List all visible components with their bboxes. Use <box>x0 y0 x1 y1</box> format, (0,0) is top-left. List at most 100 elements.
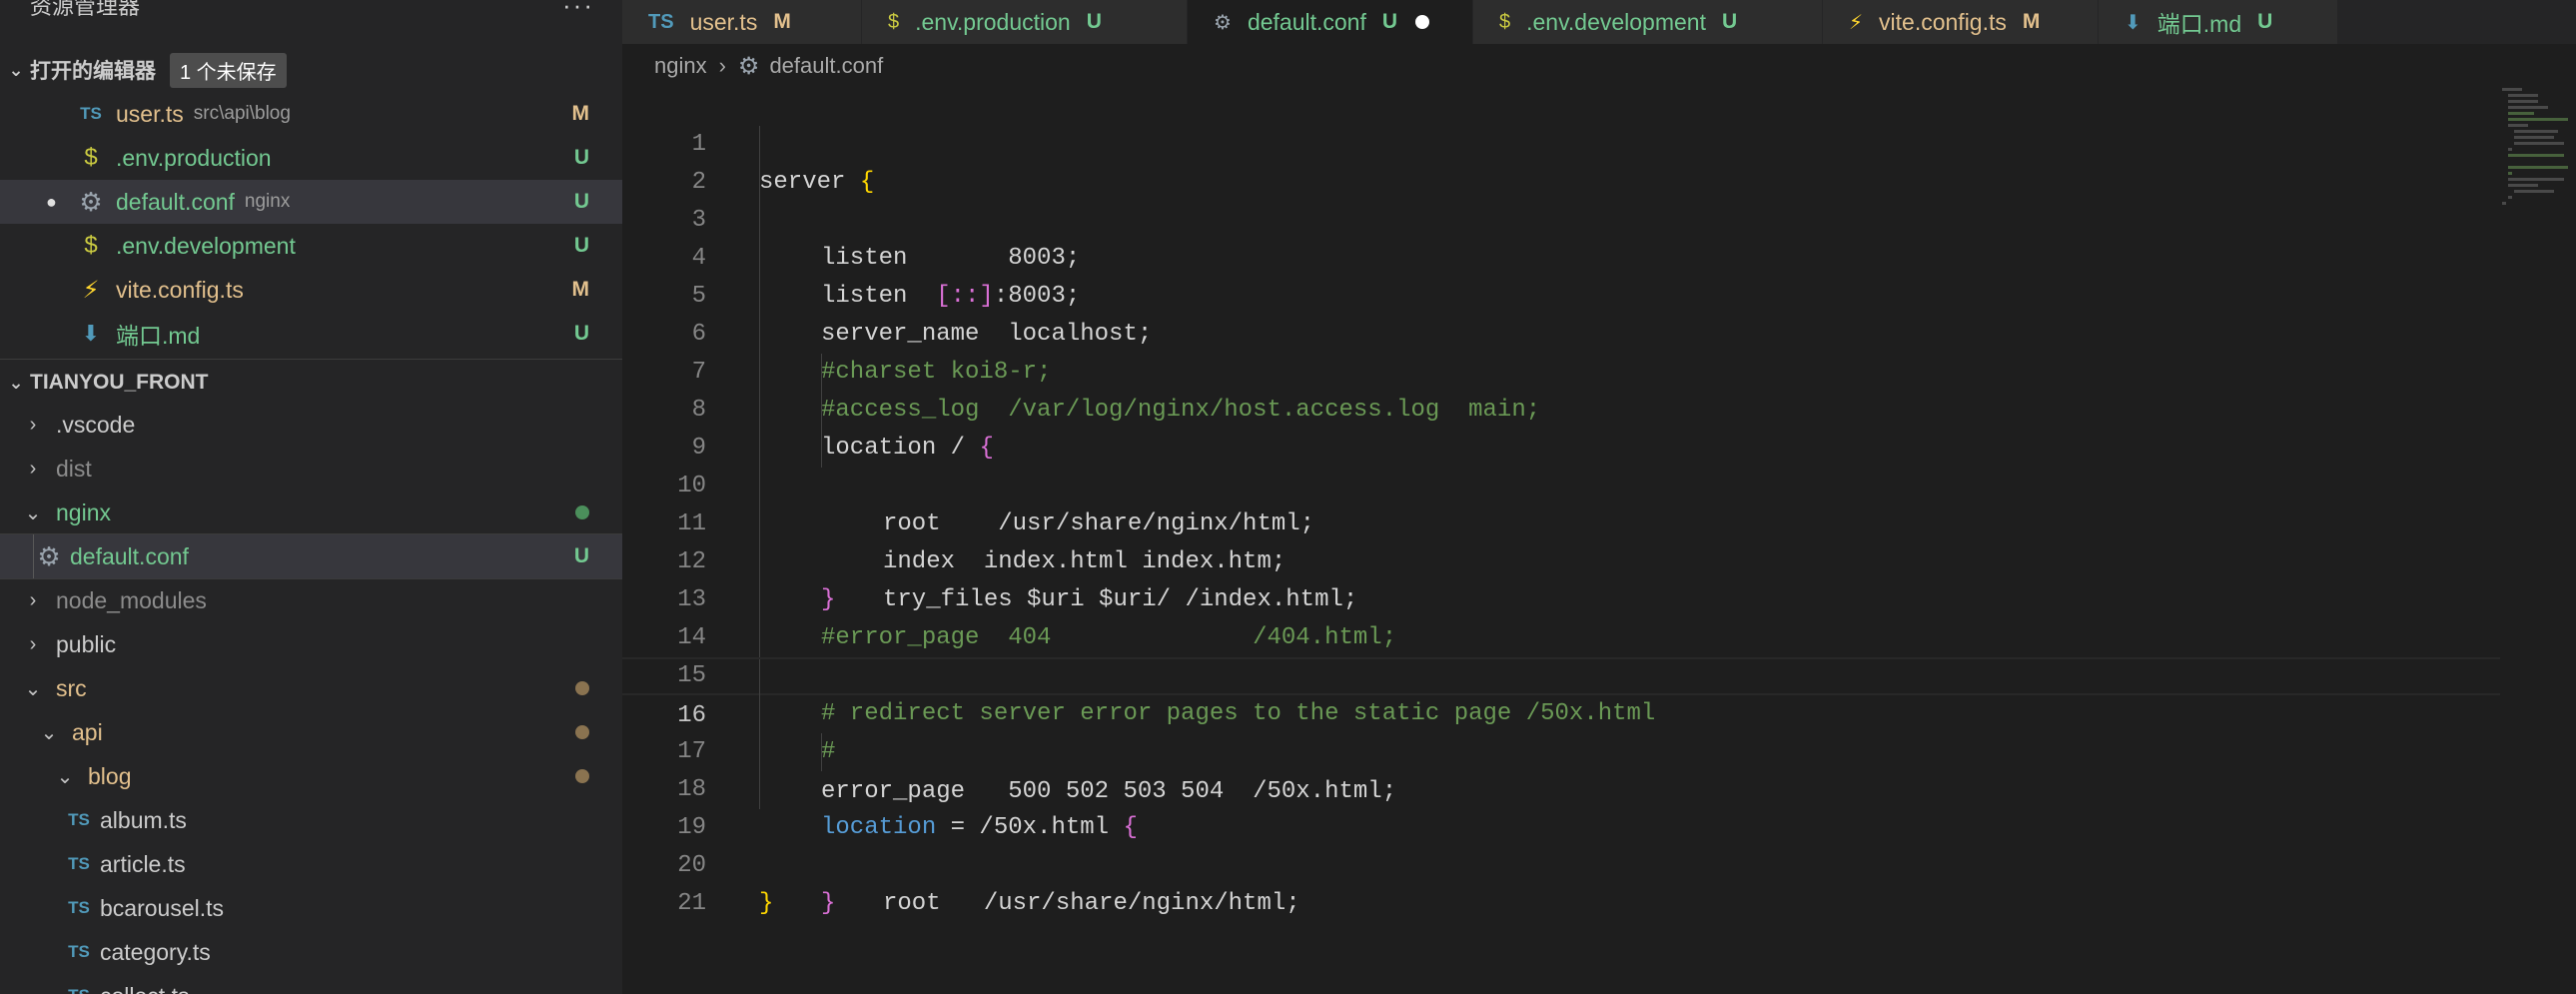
tab-label: .env.production <box>915 8 1071 35</box>
folder-changes-dot <box>575 681 589 695</box>
section-divider <box>0 359 622 360</box>
folder-name: public <box>56 630 117 657</box>
code-line: 17 location = /50x.html { <box>622 695 2500 841</box>
tree-folder-vscode[interactable]: › .vscode <box>0 403 622 447</box>
tab-vite-config[interactable]: ⚡ vite.config.ts M <box>1823 0 2099 44</box>
folder-changes-dot <box>575 505 589 519</box>
gear-icon: ⚙ <box>37 540 61 571</box>
workspace-section-header[interactable]: ⌄ TIANYOU_FRONT <box>0 363 622 403</box>
tab-env-development[interactable]: $ .env.development U <box>1473 0 1823 44</box>
markdown-download-icon: ⬇ <box>81 321 101 346</box>
folder-name: node_modules <box>56 586 207 613</box>
code-text: root /usr/share/nginx/html; <box>883 890 1300 917</box>
git-status-badge: M <box>571 102 590 125</box>
indent-guide <box>759 733 760 771</box>
indent-guide <box>821 430 822 468</box>
tree-file-article-ts[interactable]: TS article.ts <box>0 842 622 886</box>
chevron-right-icon: › <box>29 413 37 436</box>
typescript-file-icon: TS <box>66 986 92 994</box>
tab-user-ts[interactable]: TS user.ts M <box>622 0 862 44</box>
indent-guide <box>759 126 760 164</box>
markdown-download-icon: ⬇ <box>2125 11 2142 34</box>
open-editor-item-user-ts[interactable]: TS user.ts src\api\blog M <box>0 92 622 136</box>
indent-guide <box>759 202 760 240</box>
tree-folder-src[interactable]: ⌄ src <box>0 666 622 710</box>
indent-guide <box>759 695 760 733</box>
tree-folder-blog[interactable]: ⌄ blog <box>0 754 622 798</box>
tree-folder-api[interactable]: ⌄ api <box>0 710 622 754</box>
code-line-current: 16 error_page 500 502 503 504 /50x.html; <box>622 657 2500 805</box>
more-actions-icon[interactable]: ··· <box>562 0 594 21</box>
explorer-header: 资源管理器 ··· <box>0 0 622 20</box>
git-status-badge: M <box>571 278 590 301</box>
open-editor-item-default-conf[interactable]: ● ⚙ default.conf nginx U <box>0 180 622 224</box>
code-editor[interactable]: 1 server { 2 listen 8003; 3 listen [::]:… <box>622 88 2500 994</box>
file-name: collect.ts <box>100 983 189 994</box>
minimap[interactable] <box>2502 88 2572 218</box>
indent-guide <box>759 468 760 505</box>
breadcrumb-file[interactable]: default.conf <box>769 53 883 79</box>
folder-name: src <box>56 674 87 701</box>
tab-label: vite.config.ts <box>1879 8 2007 35</box>
git-status-badge: U <box>573 146 589 169</box>
code-line: 13 <box>622 543 2500 613</box>
open-editor-item-vite-config[interactable]: ⚡ vite.config.ts M <box>0 268 622 312</box>
tree-file-default-conf[interactable]: ⚙ default.conf U <box>0 533 622 579</box>
open-editor-filename: .env.development <box>116 232 296 259</box>
tree-file-category-ts[interactable]: TS category.ts <box>0 930 622 974</box>
gear-icon: ⚙ <box>737 52 760 80</box>
indent-guide <box>759 354 760 392</box>
unsaved-count-badge: 1 个未保存 <box>170 52 287 88</box>
chevron-down-icon: ⌄ <box>8 372 24 393</box>
open-editor-path: nginx <box>244 191 291 212</box>
indent-guide <box>759 316 760 354</box>
vite-lightning-icon: ⚡ <box>1849 11 1864 34</box>
unsaved-dot-icon[interactable] <box>1415 15 1430 29</box>
code-line: 18 root /usr/share/nginx/html; <box>622 733 2500 917</box>
tab-label: 端口.md <box>2156 11 2242 37</box>
tree-folder-node-modules[interactable]: › node_modules <box>0 578 622 622</box>
chevron-down-icon: ⌄ <box>24 677 42 700</box>
code-brace: } <box>821 890 836 917</box>
code-line: 19 } <box>622 771 2500 917</box>
indent-guide <box>821 392 822 430</box>
git-status-badge: U <box>1086 10 1102 33</box>
open-editors-label: 打开的编辑器 <box>30 60 156 83</box>
tree-file-collect-ts[interactable]: TS collect.ts <box>0 974 622 994</box>
indent-guide <box>759 164 760 202</box>
workspace-label: TIANYOU_FRONT <box>30 371 209 394</box>
open-editor-item-env-production[interactable]: $ .env.production U <box>0 136 622 180</box>
code-line: 21 <box>622 847 2500 917</box>
typescript-file-icon: TS <box>68 898 90 917</box>
indent-guide <box>759 430 760 468</box>
tree-folder-dist[interactable]: › dist <box>0 447 622 491</box>
open-editor-item-env-development[interactable]: $ .env.development U <box>0 224 622 268</box>
folder-name: api <box>72 718 103 745</box>
indent-guide <box>759 659 760 697</box>
typescript-file-icon: TS <box>648 10 674 33</box>
tab-port-md[interactable]: ⬇ 端口.md U <box>2099 0 2338 44</box>
indent-guide <box>759 240 760 278</box>
file-name: category.ts <box>100 938 211 965</box>
tree-file-bcarousel-ts[interactable]: TS bcarousel.ts <box>0 886 622 930</box>
tab-env-production[interactable]: $ .env.production U <box>862 0 1188 44</box>
file-name: album.ts <box>100 806 187 833</box>
breadcrumb-folder[interactable]: nginx <box>654 53 707 79</box>
folder-name: blog <box>88 762 132 789</box>
tab-default-conf[interactable]: ⚙ default.conf U <box>1188 0 1473 44</box>
chevron-down-icon: ⌄ <box>24 501 42 524</box>
code-line: 14 # redirect server error pages to the … <box>622 581 2500 727</box>
file-name: article.ts <box>100 850 186 877</box>
chevron-down-icon: ⌄ <box>8 59 24 80</box>
chevron-right-icon: › <box>29 588 37 611</box>
tab-label: default.conf <box>1247 8 1366 35</box>
unsaved-dot-icon[interactable]: ● <box>46 192 57 213</box>
indent-guide <box>759 771 760 809</box>
tree-folder-public[interactable]: › public <box>0 622 622 666</box>
code-line: 6 #access_log /var/log/nginx/host.access… <box>622 278 2500 424</box>
breadcrumb: nginx › ⚙ default.conf <box>622 44 883 88</box>
tree-folder-nginx[interactable]: ⌄ nginx <box>0 491 622 534</box>
open-editor-item-port-md[interactable]: ⬇ 端口.md U <box>0 312 622 356</box>
open-editors-section-header[interactable]: ⌄ 打开的编辑器 1 个未保存 <box>0 48 622 92</box>
tree-file-album-ts[interactable]: TS album.ts <box>0 798 622 842</box>
